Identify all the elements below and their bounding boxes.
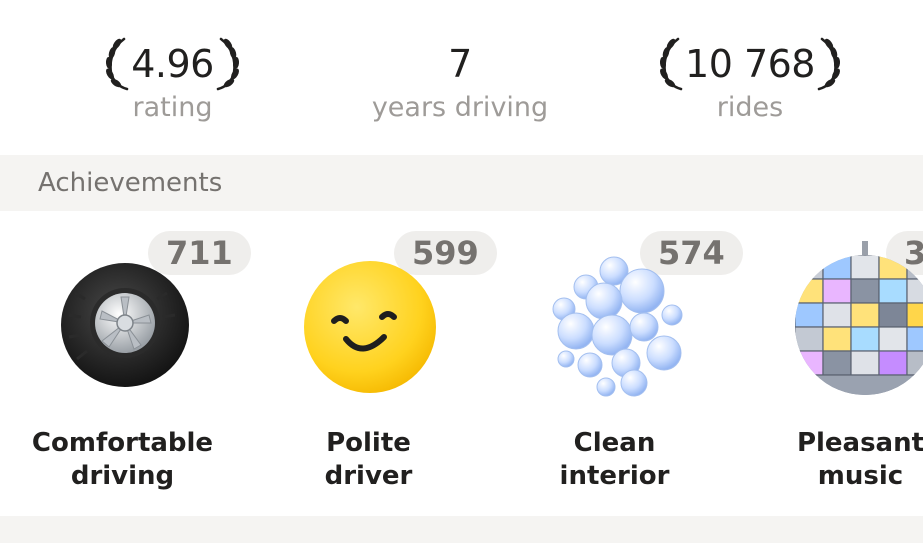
disco-ball-icon — [795, 241, 923, 395]
achievement-comfortable-driving[interactable]: 711 Comfortable driving — [0, 211, 251, 516]
achievements-section-header: Achievements — [0, 155, 923, 211]
laurel-right-icon — [216, 37, 239, 91]
rides-stat: 10 768 rides — [650, 30, 850, 124]
rating-value: 4.96 — [131, 42, 214, 86]
achievement-polite-driver[interactable]: 599 Polite driver — [246, 211, 497, 516]
years-driving-stat: 7 years driving — [360, 30, 560, 124]
tire-icon — [61, 263, 189, 387]
rating-label: rating — [132, 92, 213, 123]
achievement-title: Comfortable driving — [31, 428, 214, 491]
years-driving-label: years driving — [371, 92, 549, 123]
achievements-carousel[interactable]: 711 Comfortable driving 599 Polite drive… — [0, 211, 923, 516]
rides-label: rides — [716, 92, 784, 123]
smiley-icon — [304, 261, 436, 393]
rating-stat: 4.96 rating — [100, 30, 245, 124]
achievement-title: Clean interior — [559, 428, 670, 491]
driver-stats: 4.96 rating 7 years driving 10 768 rides — [0, 0, 923, 155]
laurel-left-icon — [106, 37, 129, 91]
section-divider — [0, 516, 923, 543]
laurel-left-icon — [659, 37, 683, 91]
achievement-pleasant-music[interactable]: 3 Pleasant music — [738, 211, 923, 516]
achievement-title: Polite driver — [324, 428, 413, 491]
achievement-clean-interior[interactable]: 574 Clean interior — [492, 211, 743, 516]
years-driving-value: 7 — [448, 42, 472, 86]
bubbles-icon — [552, 256, 683, 397]
achievement-title: Pleasant music — [796, 428, 923, 491]
achievements-title: Achievements — [38, 168, 223, 198]
laurel-right-icon — [817, 37, 841, 91]
rides-value: 10 768 — [685, 42, 815, 86]
